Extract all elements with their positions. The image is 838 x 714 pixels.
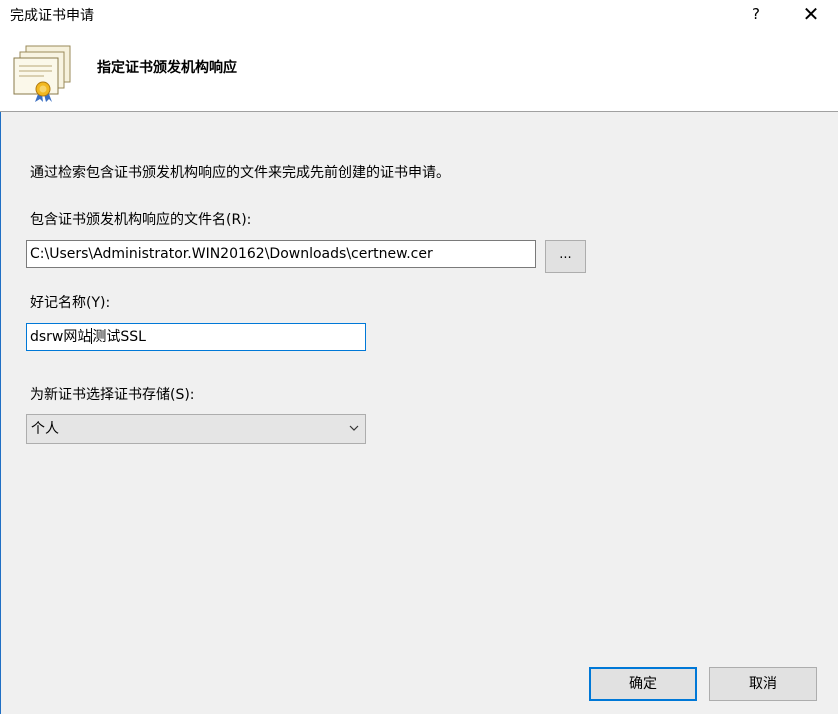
certificate-store-value: 个人 [31,421,59,437]
browse-button[interactable]: ... [545,240,586,273]
ok-button[interactable]: 确定 [589,667,697,701]
help-icon: ? [752,5,760,23]
chevron-down-icon [349,425,359,431]
content-panel [1,112,838,714]
friendly-name-label: 好记名称(Y): [30,295,111,311]
cancel-button[interactable]: 取消 [709,667,817,701]
page-title: 指定证书颁发机构响应 [97,60,237,76]
wizard-header: 指定证书颁发机构响应 [0,28,838,111]
file-name-input[interactable]: C:\Users\Administrator.WIN20162\Download… [26,240,536,268]
close-icon: ✕ [802,2,820,26]
certificate-icon [13,45,71,102]
file-name-label: 包含证书颁发机构响应的文件名(R): [30,212,252,228]
close-button[interactable]: ✕ [788,0,834,28]
certificate-store-label: 为新证书选择证书存储(S): [30,387,195,403]
description-text: 通过检索包含证书颁发机构响应的文件来完成先前创建的证书申请。 [30,165,450,181]
friendly-name-input[interactable]: dsrw网站测试SSL [26,323,366,351]
friendly-name-text-before-caret: dsrw网站 [30,329,92,345]
window-title: 完成证书申请 [10,8,94,24]
title-bar: 完成证书申请 ? ✕ [0,0,838,28]
help-button[interactable]: ? [733,0,779,28]
friendly-name-text-after-caret: 测试SSL [92,329,146,345]
certificate-store-select[interactable]: 个人 [26,414,366,444]
